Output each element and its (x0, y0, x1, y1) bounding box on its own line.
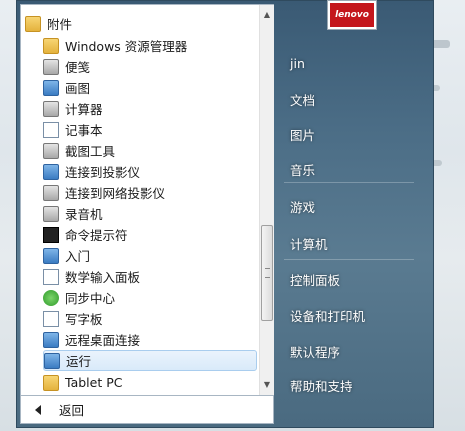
program-item-label: 连接到网络投影仪 (65, 186, 166, 201)
right-link[interactable]: 控制面板 (290, 270, 340, 289)
program-item-label: 远程桌面连接 (65, 333, 141, 348)
menu-separator (284, 259, 414, 260)
scroll-up-arrow-icon[interactable]: ▲ (260, 7, 274, 23)
program-item[interactable]: Windows 资源管理器 (43, 35, 257, 56)
right-link[interactable]: 图片 (290, 125, 315, 144)
back-arrow-icon (35, 404, 41, 415)
program-item-label: Tablet PC (65, 375, 123, 390)
math-input-icon (43, 268, 59, 285)
sync-center-icon (43, 289, 59, 306)
program-item[interactable]: 画图 (43, 77, 257, 98)
program-item[interactable]: 连接到投影仪 (43, 161, 257, 182)
program-item-label: 连接到投影仪 (65, 165, 141, 180)
program-item[interactable]: 连接到网络投影仪 (43, 182, 257, 203)
program-item-label: 画图 (65, 81, 91, 96)
program-item-label: 命令提示符 (65, 228, 128, 243)
right-link[interactable]: 设备和打印机 (290, 306, 365, 325)
menu-separator (284, 182, 414, 183)
program-item-label: 附件 (47, 17, 73, 32)
wordpad-icon (43, 310, 59, 327)
right-link[interactable]: 游戏 (290, 197, 315, 216)
remote-desktop-icon (43, 331, 59, 348)
program-item-label: 截图工具 (65, 144, 116, 159)
program-item[interactable]: Tablet PC (43, 372, 257, 393)
right-link[interactable]: 文档 (290, 90, 315, 109)
program-item-label: 数学输入面板 (65, 270, 141, 285)
program-item-label: 同步中心 (65, 291, 116, 306)
right-link[interactable]: jin (290, 56, 305, 71)
projector-icon (43, 163, 59, 180)
program-item[interactable]: 同步中心 (43, 287, 257, 308)
program-item[interactable]: 录音机 (43, 203, 257, 224)
program-item[interactable]: 截图工具 (43, 140, 257, 161)
program-item[interactable]: 命令提示符 (43, 224, 257, 245)
program-item-label: 计算器 (65, 102, 103, 117)
calculator-icon (43, 100, 59, 117)
right-link[interactable]: 默认程序 (290, 342, 340, 361)
back-label: 返回 (59, 403, 85, 418)
program-item-label: Windows 资源管理器 (65, 39, 188, 54)
run-icon (44, 352, 60, 369)
program-item[interactable]: 计算器 (43, 98, 257, 119)
programs-list: 附件 Windows 资源管理器 便笺画图计算器记事本截图工具连接到投影仪连接到网络… (21, 5, 259, 395)
snipping-tool-icon (43, 142, 59, 159)
cmd-icon (43, 226, 59, 243)
user-avatar[interactable]: lenovo (327, 0, 377, 30)
program-item-label: 录音机 (65, 207, 103, 222)
right-link[interactable]: 计算机 (290, 234, 328, 253)
program-item-label: 便笺 (65, 60, 91, 75)
network-projector-icon (43, 184, 59, 201)
programs-scrollbar[interactable]: ▲ ▼ (259, 5, 274, 395)
program-item[interactable]: 写字板 (43, 308, 257, 329)
program-item[interactable]: 便笺 (43, 56, 257, 77)
thumb-grip-icon (265, 268, 270, 278)
explorer-icon (43, 37, 59, 54)
program-item-label: 写字板 (65, 312, 103, 327)
program-item-label: 入门 (65, 249, 91, 264)
folder-icon (25, 15, 41, 32)
scroll-down-arrow-icon[interactable]: ▼ (260, 377, 274, 393)
program-item-label: 记事本 (65, 123, 103, 138)
sticky-notes-icon (43, 58, 59, 75)
program-item[interactable]: 入门 (43, 245, 257, 266)
right-link[interactable]: 帮助和支持 (290, 376, 353, 395)
right-link[interactable]: 音乐 (290, 160, 315, 179)
microphone-icon (43, 205, 59, 222)
program-item[interactable]: 数学输入面板 (43, 266, 257, 287)
program-item[interactable]: 运行 (43, 350, 257, 371)
notepad-icon (43, 121, 59, 138)
program-item[interactable]: 附件 (25, 13, 257, 34)
avatar-logo: lenovo (330, 3, 374, 27)
back-button[interactable]: 返回 (20, 396, 274, 424)
scroll-thumb[interactable] (261, 225, 273, 321)
getting-started-icon (43, 247, 59, 264)
program-item-label: 运行 (66, 354, 92, 369)
folder-icon (43, 374, 59, 391)
paint-icon (43, 79, 59, 96)
program-item[interactable]: 远程桌面连接 (43, 329, 257, 350)
programs-pane: 附件 Windows 资源管理器 便笺画图计算器记事本截图工具连接到投影仪连接到网络… (20, 4, 274, 396)
program-item[interactable]: 记事本 (43, 119, 257, 140)
